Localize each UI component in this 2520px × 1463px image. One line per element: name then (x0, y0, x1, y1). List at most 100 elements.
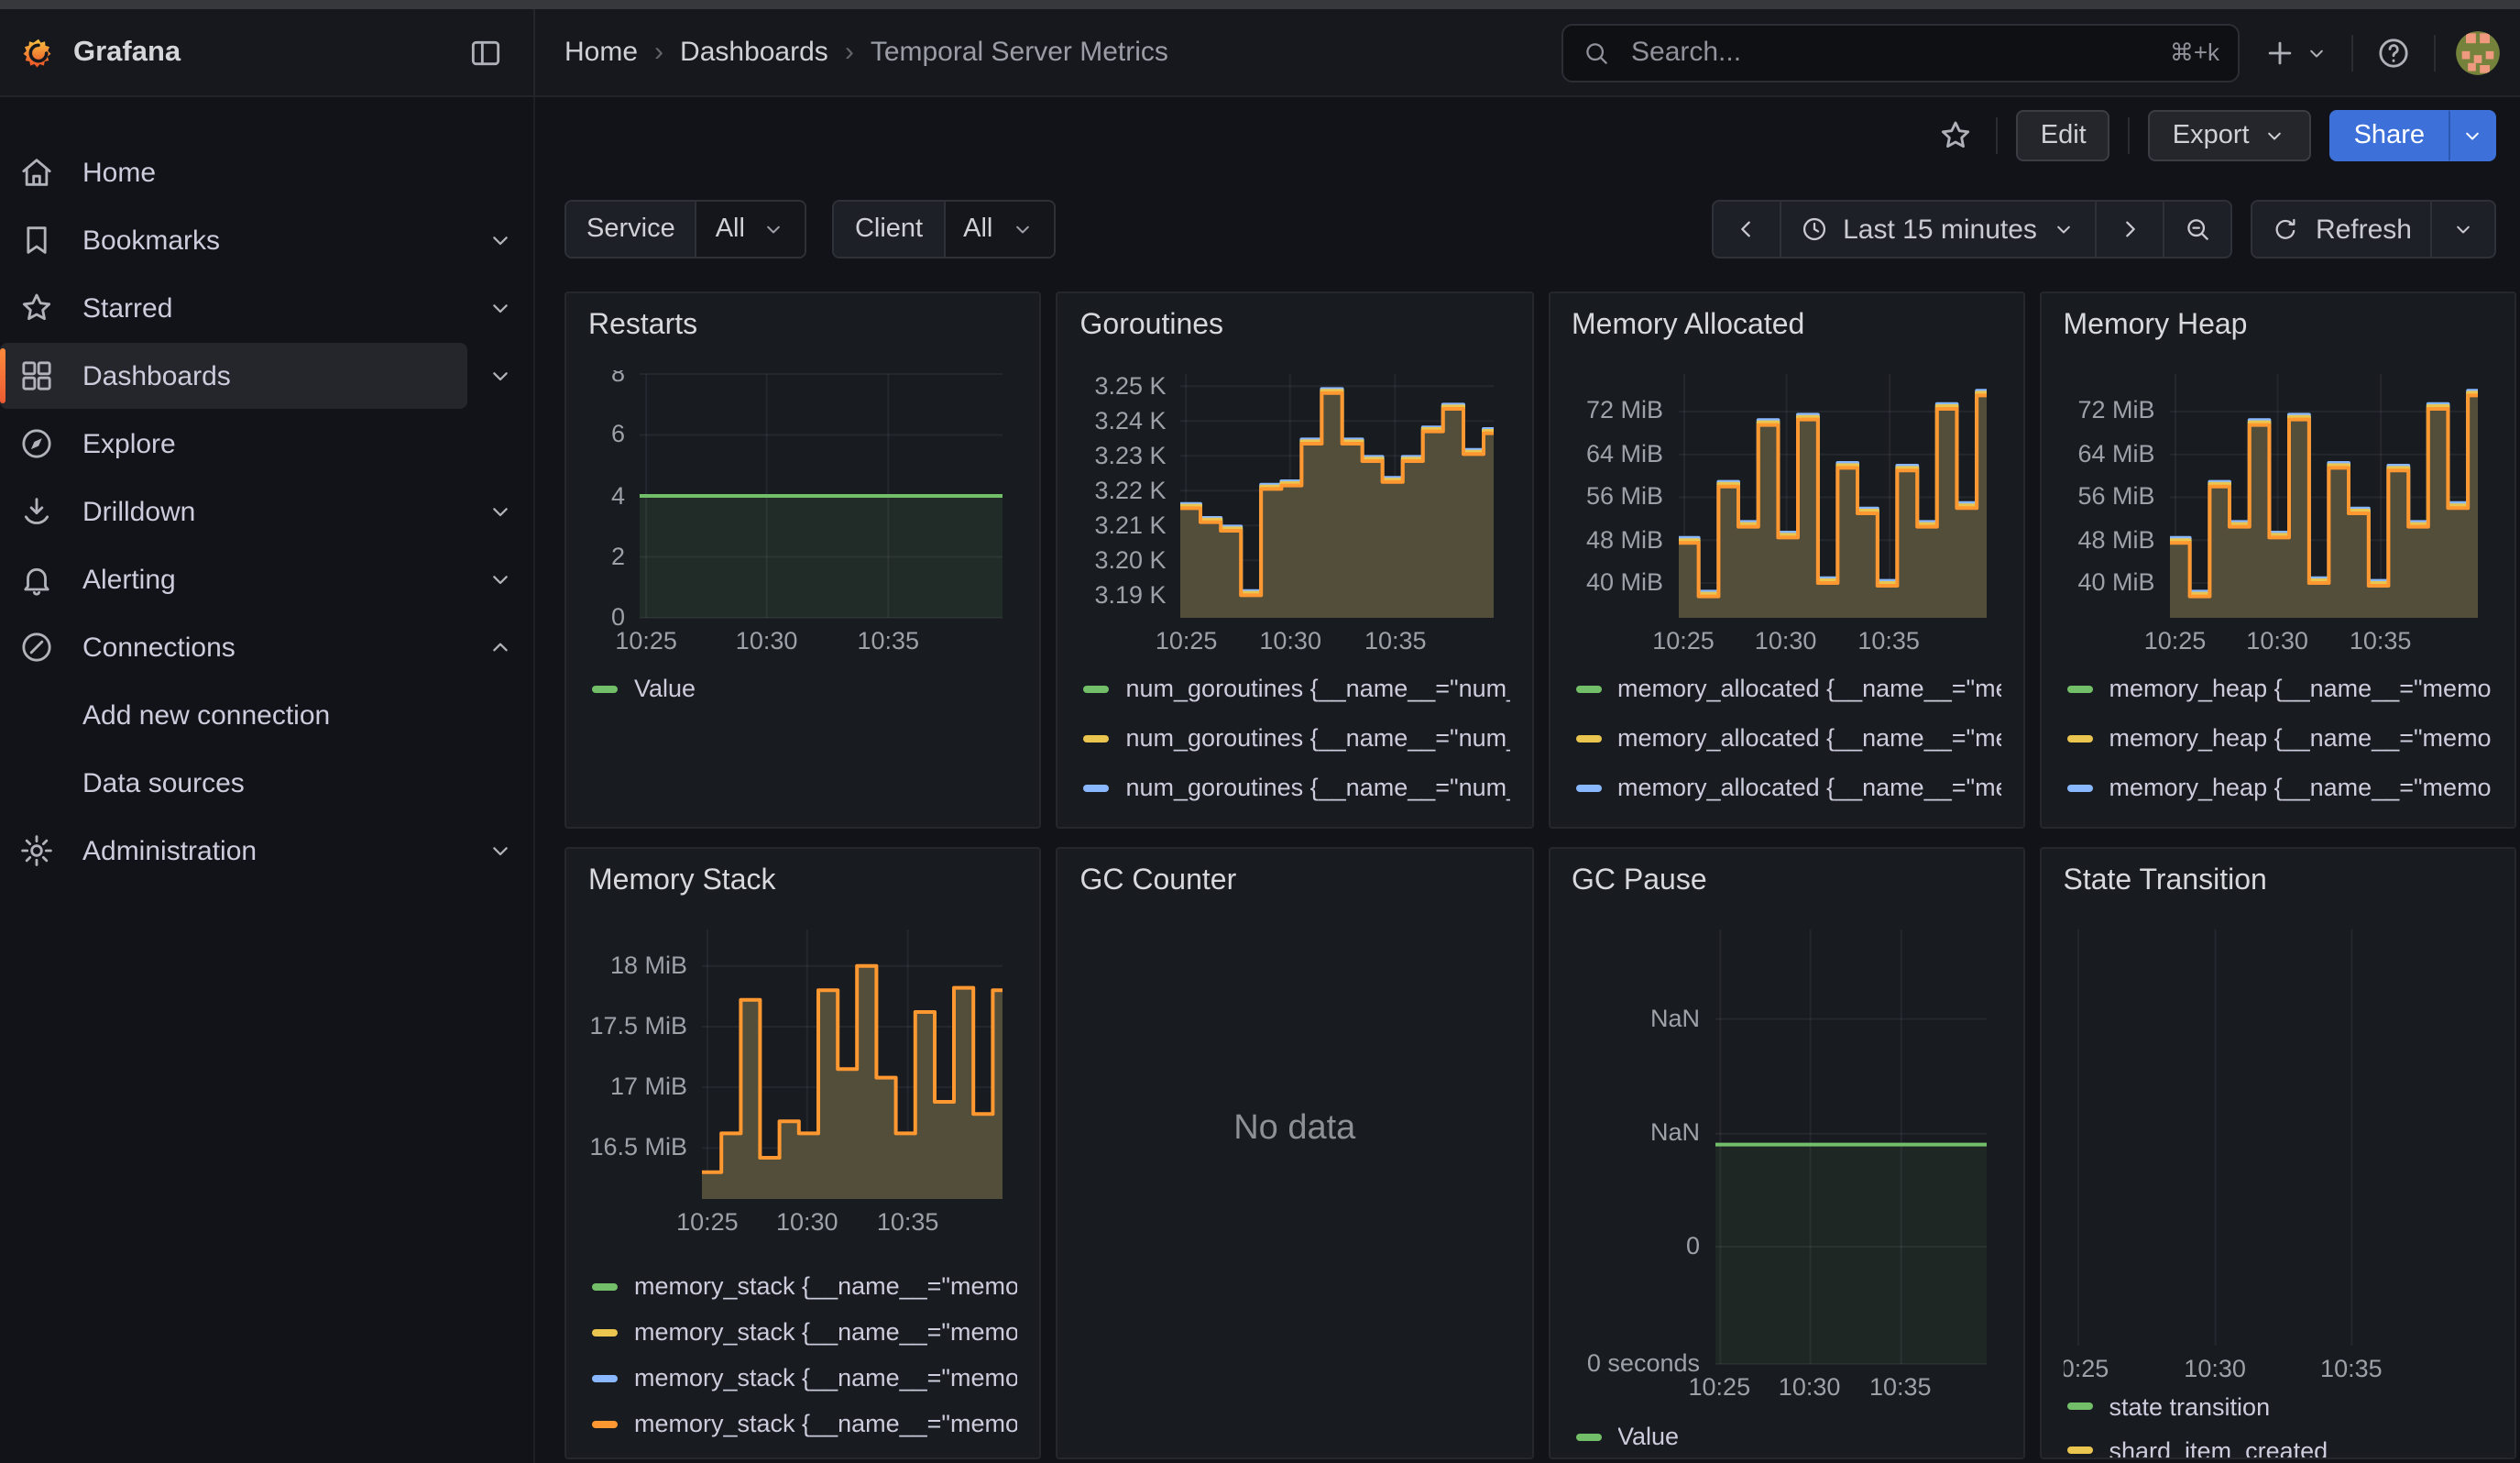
export-button[interactable]: Export (2149, 110, 2312, 161)
panel-title[interactable]: GC Pause (1572, 864, 2001, 900)
refresh-button[interactable]: Refresh (2252, 200, 2432, 258)
panel-title[interactable]: Memory Stack (588, 864, 1018, 900)
chart-state-transition[interactable]: 10:2510:3010:35 (2064, 926, 2493, 1384)
panel-gc-counter: GC Counter No data (1057, 847, 1534, 1459)
panel-title[interactable]: GC Counter (1080, 864, 1510, 900)
chevron-down-icon (486, 565, 515, 594)
chevron-down-icon (486, 497, 515, 526)
chart-gc-pause[interactable]: 0 seconds0NaNNaN10:2510:3010:35 (1572, 926, 2001, 1402)
legend-series-label: memory_allocated {__name__="memory_alloc… (1617, 823, 2001, 829)
time-back-button[interactable] (1711, 200, 1780, 258)
legend-item[interactable]: memory_stack {__name__="memory_stack" (588, 1263, 1018, 1309)
sidebar-item-dashboards[interactable]: Dashboards (0, 343, 467, 409)
chart-memory-allocated[interactable]: 40 MiB48 MiB56 MiB64 MiB72 MiB10:2510:30… (1572, 370, 2001, 656)
y-tick-label: 64 MiB (1572, 438, 1663, 469)
search-input[interactable] (1627, 35, 2153, 70)
top-nav: Grafana Home›Dashboards›Temporal Server … (0, 9, 2520, 97)
x-tick-label: 10:25 (1652, 625, 1715, 656)
client-filter-selected: All (963, 214, 992, 244)
legend-item[interactable]: memory_stack {__name__="memory_stack" (588, 1401, 1018, 1446)
edit-button[interactable]: Edit (2017, 110, 2110, 161)
chevron-down-icon (486, 361, 515, 390)
breadcrumb-temporal-server-metrics: Temporal Server Metrics (871, 37, 1168, 68)
panel-title[interactable]: Restarts (588, 308, 1018, 345)
sidebar-collapse-icon[interactable] (464, 30, 508, 74)
legend-item[interactable]: memory_allocated {__name__="memory_alloc… (1572, 812, 2001, 829)
share-menu-button[interactable] (2449, 110, 2496, 161)
chart-memory-stack[interactable]: 16.5 MiB17 MiB17.5 MiB18 MiB10:2510:3010… (588, 926, 1018, 1238)
sidebar-items: HomeBookmarksStarredDashboardsExploreDri… (0, 139, 533, 884)
legend-series-label: num_goroutines {__name__="num_goroutines… (1126, 823, 1510, 829)
legend-item[interactable]: num_goroutines {__name__="num_goroutines… (1080, 763, 1510, 812)
no-data-message: No data (1058, 1109, 1532, 1150)
legend-item[interactable]: memory_heap {__name__="memory_heap" (2064, 713, 2493, 763)
sidebar-item-drilldown[interactable]: Drilldown (0, 478, 467, 544)
sidebar-item-explore[interactable]: Explore (0, 411, 467, 477)
sidebar-item-add-new-connection[interactable]: Add new connection (0, 682, 467, 748)
legend-item[interactable]: memory_heap {__name__="memory_heap" (2064, 812, 2493, 829)
y-tick-label: 16.5 MiB (588, 1131, 687, 1162)
x-tick-label: 10:35 (2320, 1353, 2383, 1384)
panel-title[interactable]: Memory Allocated (1572, 308, 2001, 345)
compass-icon (18, 425, 55, 462)
service-filter-value[interactable]: All (697, 202, 805, 257)
chart-restarts[interactable]: 0246810:2510:3010:35 (588, 370, 1018, 656)
avatar[interactable] (2454, 28, 2502, 76)
x-tick-label: 10:35 (1869, 1371, 1932, 1402)
breadcrumb-home[interactable]: Home (564, 37, 638, 68)
sidebar-item-alerting[interactable]: Alerting (0, 546, 467, 612)
legend-series-label: memory_heap {__name__="memory_heap" (2109, 774, 2493, 801)
legend-item[interactable]: memory_allocated {__name__="memory_alloc… (1572, 763, 2001, 812)
favorite-button[interactable] (1934, 114, 1978, 158)
client-filter-value[interactable]: All (945, 202, 1053, 257)
refresh-interval-button[interactable] (2430, 200, 2496, 258)
search-box[interactable]: ⌘+k (1561, 23, 2240, 82)
chart-memory-heap[interactable]: 40 MiB48 MiB56 MiB64 MiB72 MiB10:2510:30… (2064, 370, 2493, 656)
legend-item[interactable]: shard_item_created (2064, 1428, 2493, 1459)
legend-item[interactable]: Value (588, 664, 1018, 713)
link-icon (18, 629, 55, 666)
chart-goroutines[interactable]: 3.19 K3.20 K3.21 K3.22 K3.23 K3.24 K3.25… (1080, 370, 1510, 656)
legend-item[interactable]: state transition (2064, 1384, 2493, 1428)
legend-series-color (2067, 784, 2093, 791)
chevron-down-icon (2304, 39, 2329, 65)
dashboard-area: Edit Export Share Service All (535, 97, 2520, 1463)
panel-title[interactable]: Goroutines (1080, 308, 1510, 345)
sidebar-item-administration[interactable]: Administration (0, 818, 467, 884)
breadcrumb-dashboards[interactable]: Dashboards (680, 37, 828, 68)
legend-item[interactable]: memory_heap {__name__="memory_heap" (2064, 763, 2493, 812)
client-filter: Client All (833, 200, 1055, 258)
legend-item[interactable]: memory_allocated {__name__="memory_alloc… (1572, 664, 2001, 713)
divider (1997, 117, 1999, 154)
legend-item[interactable]: num_goroutines {__name__="num_goroutines… (1080, 664, 1510, 713)
panel-title[interactable]: Memory Heap (2064, 308, 2493, 345)
sidebar-item-home[interactable]: Home (0, 139, 467, 205)
sidebar-item-connections[interactable]: Connections (0, 614, 467, 680)
legend-item[interactable]: memory_stack {__name__="memory_stack" (588, 1309, 1018, 1355)
sidebar-item-label: Administration (82, 835, 257, 866)
legend-item[interactable]: memory_heap {__name__="memory_heap" (2064, 664, 2493, 713)
time-range-picker[interactable]: Last 15 minutes (1779, 200, 2098, 258)
y-tick-label: 2 (588, 541, 625, 572)
y-tick-label: 72 MiB (2064, 395, 2155, 426)
y-tick-label: 40 MiB (2064, 566, 2155, 598)
legend-item[interactable]: memory_allocated {__name__="memory_alloc… (1572, 713, 2001, 763)
legend-item[interactable]: num_goroutines {__name__="num_goroutines… (1080, 812, 1510, 829)
sidebar-item-starred[interactable]: Starred (0, 275, 467, 341)
new-button[interactable] (2258, 30, 2333, 74)
help-button[interactable] (2372, 30, 2416, 74)
x-tick-label: 10:25 (1156, 625, 1218, 656)
legend-series-color (1084, 784, 1110, 791)
legend-item[interactable]: Value (1572, 1414, 2001, 1459)
x-tick-label: 10:35 (877, 1206, 939, 1238)
sidebar-item-bookmarks[interactable]: Bookmarks (0, 207, 467, 273)
legend-series-color (2067, 1446, 2093, 1454)
panel-title[interactable]: State Transition (2064, 864, 2493, 900)
sidebar-item-data-sources[interactable]: Data sources (0, 750, 467, 816)
legend-item[interactable]: memory_stack {__name__="memory_stack" (588, 1355, 1018, 1401)
time-forward-button[interactable] (2096, 200, 2165, 258)
y-tick-label: NaN (1572, 1003, 1700, 1034)
zoom-out-button[interactable] (2164, 200, 2233, 258)
share-button[interactable]: Share (2330, 110, 2449, 161)
legend-item[interactable]: num_goroutines {__name__="num_goroutines… (1080, 713, 1510, 763)
